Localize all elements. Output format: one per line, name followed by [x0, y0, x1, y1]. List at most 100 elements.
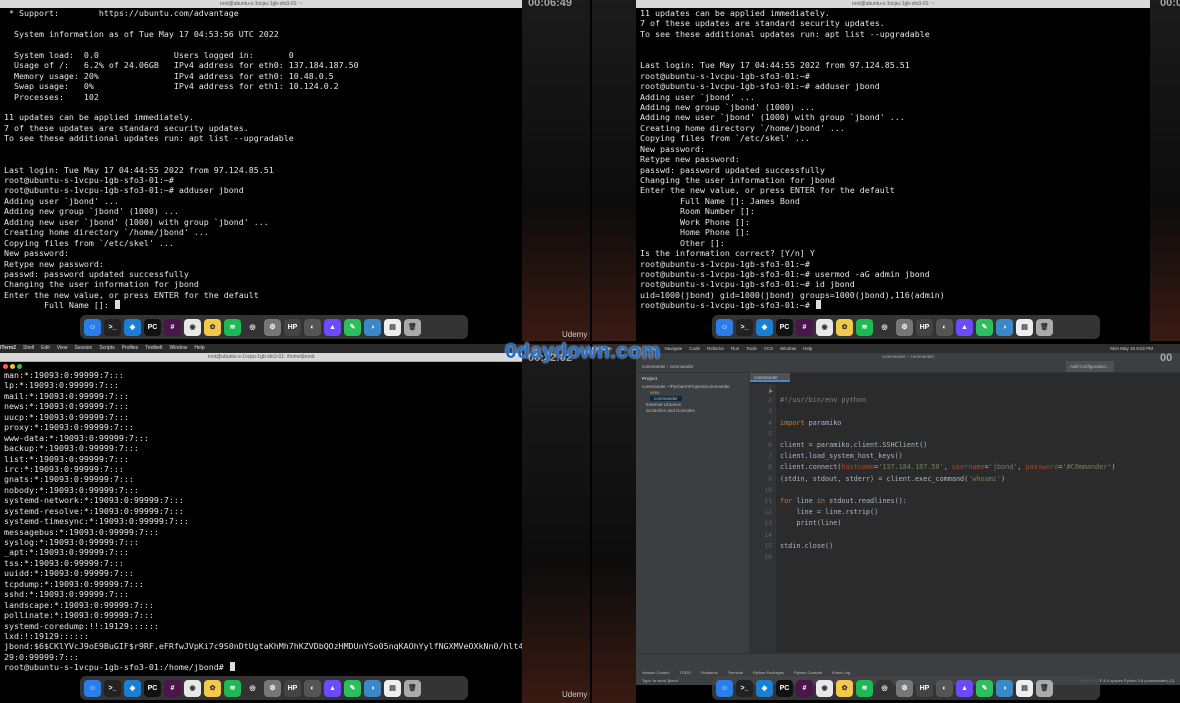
tool-tab[interactable]: Python Console — [794, 670, 822, 675]
tool-window-tabs[interactable]: Version Control TODO Problems Terminal Pytho… — [642, 670, 860, 675]
trash-icon[interactable]: 🗑 — [404, 679, 421, 697]
minimize-icon[interactable] — [10, 364, 15, 369]
tool-tab[interactable]: Terminal — [728, 670, 743, 675]
tree-item-file[interactable]: commander — [650, 396, 682, 401]
chrome-icon[interactable]: ◉ — [816, 318, 833, 336]
terminal-output[interactable]: * Support: https://ubuntu.com/advantage … — [0, 8, 522, 314]
menu-item[interactable]: Toolbelt — [145, 345, 162, 351]
document-icon[interactable]: ▤ — [1016, 679, 1033, 697]
evernote-icon[interactable]: ✎ — [976, 318, 993, 336]
finder-icon[interactable]: ☺ — [84, 318, 101, 336]
run-icon[interactable]: ▶ — [769, 387, 773, 395]
menu-item[interactable]: Window — [780, 346, 796, 351]
terminal-icon[interactable]: >_ — [736, 318, 753, 336]
menu-item[interactable]: Window — [170, 345, 188, 351]
slack-icon[interactable]: # — [796, 318, 813, 336]
document-icon[interactable]: ▤ — [384, 679, 401, 697]
menu-item[interactable]: iTerm2 — [0, 345, 16, 351]
source-code[interactable]: #!/usr/bin/env python import paramiko cl… — [780, 384, 1116, 563]
tool-tab[interactable]: Version Control — [642, 670, 669, 675]
vscode-icon[interactable]: ◆ — [124, 318, 141, 336]
vscode-icon[interactable]: ◆ — [124, 679, 141, 697]
editor-tab[interactable]: commander — [750, 373, 790, 382]
finder-icon[interactable]: ☺ — [84, 679, 101, 697]
photos-icon[interactable]: ✿ — [836, 679, 853, 697]
settings-icon[interactable]: ⚙ — [264, 679, 281, 697]
evernote-icon[interactable]: ✎ — [344, 679, 361, 697]
menu-item[interactable]: VCS — [764, 346, 773, 351]
tree-item-venv[interactable]: venv — [650, 390, 660, 395]
tree-item-external-libraries[interactable]: External Libraries — [646, 402, 681, 407]
menu-item[interactable]: Run — [731, 346, 739, 351]
trash-icon[interactable]: 🗑 — [1036, 679, 1053, 697]
tool-tab[interactable]: Event Log — [832, 670, 850, 675]
app-icon[interactable]: ◐ — [304, 679, 321, 697]
zoom-icon[interactable] — [17, 364, 22, 369]
terminal-icon[interactable]: >_ — [104, 679, 121, 697]
proton-icon[interactable]: ▲ — [956, 318, 973, 336]
photos-icon[interactable]: ✿ — [204, 318, 221, 336]
obs-icon[interactable]: ◎ — [876, 679, 893, 697]
pycharm-icon[interactable]: PC — [144, 318, 161, 336]
menu-item[interactable]: Profiles — [122, 345, 139, 351]
slack-icon[interactable]: # — [164, 318, 181, 336]
tree-item-scratches[interactable]: Scratches and Consoles — [646, 408, 695, 413]
settings-icon[interactable]: ⚙ — [264, 318, 281, 336]
tool-tab[interactable]: Python Packages — [753, 670, 784, 675]
hp-icon[interactable]: HP — [916, 318, 933, 336]
document-icon[interactable]: ▤ — [1016, 318, 1033, 336]
pycharm-icon[interactable]: PC — [776, 318, 793, 336]
proton-icon[interactable]: ▲ — [324, 318, 341, 336]
proton-icon[interactable]: ▲ — [324, 679, 341, 697]
settings-icon[interactable]: ⚙ — [896, 679, 913, 697]
menu-item[interactable]: Help — [803, 346, 812, 351]
tool-tab[interactable]: Problems — [701, 670, 718, 675]
evernote-icon[interactable]: ✎ — [976, 679, 993, 697]
trash-icon[interactable]: 🗑 — [404, 318, 421, 336]
menu-item[interactable]: Code — [689, 346, 700, 351]
proton-icon[interactable]: ▲ — [956, 679, 973, 697]
terminal-icon[interactable]: >_ — [104, 318, 121, 336]
obs-icon[interactable]: ◎ — [876, 318, 893, 336]
photos-icon[interactable]: ✿ — [204, 679, 221, 697]
hp-icon[interactable]: HP — [284, 679, 301, 697]
document-icon[interactable]: ▤ — [384, 318, 401, 336]
close-icon[interactable] — [3, 364, 8, 369]
settings-icon[interactable]: ⚙ — [896, 318, 913, 336]
vscode-icon[interactable]: ◆ — [756, 679, 773, 697]
slack-icon[interactable]: # — [796, 679, 813, 697]
obs-icon[interactable]: ◎ — [244, 679, 261, 697]
app-icon[interactable]: ◐ — [936, 318, 953, 336]
pycharm-icon[interactable]: PC — [776, 679, 793, 697]
finder-icon[interactable]: ☺ — [716, 679, 733, 697]
menu-item[interactable]: Session — [75, 345, 93, 351]
spotify-icon[interactable]: ≋ — [224, 679, 241, 697]
finder-icon[interactable]: ☺ — [716, 318, 733, 336]
menu-item[interactable]: Edit — [41, 345, 50, 351]
photos-icon[interactable]: ✿ — [836, 318, 853, 336]
tool-tab[interactable]: TODO — [679, 670, 690, 675]
tree-item-root[interactable]: commander ~/PycharmProjects/commander — [642, 384, 730, 389]
hp-icon[interactable]: HP — [916, 679, 933, 697]
obs-icon[interactable]: ◎ — [244, 318, 261, 336]
trash-icon[interactable]: 🗑 — [1036, 318, 1053, 336]
chrome-icon[interactable]: ◉ — [816, 679, 833, 697]
quicktime-icon[interactable]: ◑ — [996, 318, 1013, 336]
slack-icon[interactable]: # — [164, 679, 181, 697]
menu-item[interactable]: Shell — [23, 345, 34, 351]
vscode-icon[interactable]: ◆ — [756, 318, 773, 336]
spotify-icon[interactable]: ≋ — [224, 318, 241, 336]
quicktime-icon[interactable]: ◑ — [364, 318, 381, 336]
terminal-output[interactable]: 11 updates can be applied immediately. 7 … — [636, 8, 1150, 314]
menu-item[interactable]: Navigate — [664, 346, 682, 351]
quicktime-icon[interactable]: ◑ — [364, 679, 381, 697]
menu-item[interactable]: Tools — [746, 346, 757, 351]
quicktime-icon[interactable]: ◑ — [996, 679, 1013, 697]
spotify-icon[interactable]: ≋ — [856, 679, 873, 697]
project-header[interactable]: Project — [642, 376, 657, 381]
terminal-output[interactable]: man:*:19093:0:99999:7::: lp:*:19093:0:999… — [0, 370, 522, 676]
terminal-icon[interactable]: >_ — [736, 679, 753, 697]
menu-item[interactable]: Refactor — [707, 346, 724, 351]
spotify-icon[interactable]: ≋ — [856, 318, 873, 336]
evernote-icon[interactable]: ✎ — [344, 318, 361, 336]
